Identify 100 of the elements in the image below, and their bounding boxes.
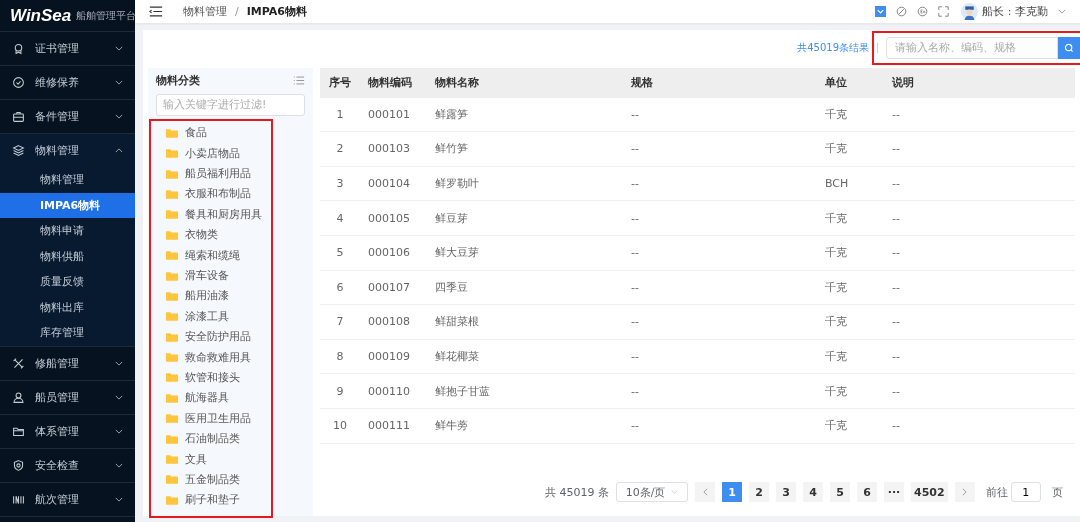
sidebar-subitem[interactable]: 质量反馈: [0, 269, 135, 295]
category-item[interactable]: 文具: [185, 451, 207, 467]
chevron-icon: [115, 114, 123, 119]
table-cell: 鲜牛蒡: [427, 408, 623, 443]
breadcrumb-link[interactable]: 物料管理: [183, 3, 227, 19]
table-cell: --: [623, 270, 817, 305]
sidebar-subitem[interactable]: 物料出库: [0, 294, 135, 320]
sidebar-item[interactable]: 证书管理: [0, 32, 135, 65]
folder-icon: [166, 127, 178, 138]
category-item[interactable]: 救命救难用具: [185, 349, 251, 365]
table-cell: 鲜大豆芽: [427, 235, 623, 271]
certificate-icon: [12, 42, 25, 55]
category-item[interactable]: 医用卫生用品: [185, 410, 251, 426]
category-item[interactable]: 衣物类: [185, 227, 218, 243]
table-cell: 千克: [817, 373, 884, 409]
category-item[interactable]: 涂漆工具: [185, 308, 229, 324]
menu-icon[interactable]: [149, 5, 163, 17]
user-name[interactable]: 船长 : 李克勤: [982, 3, 1048, 19]
page-button[interactable]: 6: [857, 482, 877, 502]
sidebar-item[interactable]: 修船管理: [0, 346, 135, 380]
chevron-icon: [115, 394, 123, 400]
sidebar-item[interactable]: 体系管理: [0, 414, 135, 448]
table-cell: 千克: [817, 408, 884, 443]
folder-icon: [166, 311, 178, 322]
page-input[interactable]: 1: [1010, 482, 1041, 502]
category-item[interactable]: 小卖店物品: [185, 145, 240, 161]
table-cell: 千克: [817, 200, 884, 236]
category-item[interactable]: 船员福利用品: [185, 166, 251, 182]
sidebar-item[interactable]: 航次管理: [0, 482, 135, 516]
breadcrumb-current: IMPA6物料: [246, 3, 307, 19]
table-cell: --: [884, 200, 1075, 236]
filter-field[interactable]: 输入关键字进行过滤!: [156, 93, 305, 116]
category-item[interactable]: 滑车设备: [185, 268, 229, 283]
page-button[interactable]: 2: [749, 482, 769, 502]
table-cell: 4: [320, 200, 360, 236]
table-cell: 2: [320, 131, 360, 167]
table-cell: --: [623, 304, 817, 340]
panel-title: 物料分类: [156, 73, 200, 89]
sidebar-item[interactable]: 维修保养: [0, 66, 135, 99]
page-button[interactable]: ···: [884, 482, 904, 502]
category-item[interactable]: 安全防护用品: [185, 329, 251, 345]
total-count: 共 45019 条: [545, 484, 609, 500]
page-size-select[interactable]: 10条/页: [616, 482, 688, 502]
sidebar-subitem[interactable]: 物料管理: [0, 167, 135, 193]
sidebar-subitem[interactable]: 物料申请: [0, 218, 135, 244]
category-item[interactable]: 船用油漆: [185, 288, 229, 304]
sidebar-item[interactable]: 船员管理: [0, 380, 135, 414]
table-cell: --: [623, 235, 817, 271]
table-cell: BCH: [817, 166, 884, 201]
folder-icon: [166, 454, 178, 464]
category-item[interactable]: 石油制品类: [185, 431, 240, 447]
table-cell: 鲜花椰菜: [427, 339, 623, 374]
chevron-icon: [115, 496, 123, 502]
table-cell: 000106: [360, 235, 427, 271]
sidebar-subitem[interactable]: 物料供船: [0, 243, 135, 269]
table-cell: 000108: [360, 304, 427, 340]
table-cell: 000110: [360, 373, 427, 409]
search-field[interactable]: 请输入名称、编码、规格: [886, 36, 1058, 59]
table-cell: 6: [320, 270, 360, 305]
table-cell: --: [884, 270, 1075, 305]
category-item[interactable]: 餐具和厨房用具: [185, 206, 262, 222]
column-header: 物料名称: [427, 67, 623, 98]
table-cell: 千克: [817, 235, 884, 271]
table-cell: 8: [320, 339, 360, 374]
sidebar-item[interactable]: 安全检查: [0, 448, 135, 482]
page-button[interactable]: 5: [830, 482, 850, 502]
page-suffix: 页: [1051, 484, 1063, 500]
sidebar-item[interactable]: 物料管理: [0, 134, 135, 167]
table-cell: 000101: [360, 97, 427, 132]
mail-icon[interactable]: [875, 5, 887, 17]
avatar-icon[interactable]: [961, 2, 979, 20]
sidebar-subitem[interactable]: IMPA6物料: [0, 192, 135, 218]
category-item[interactable]: 五金制品类: [185, 471, 240, 487]
category-item[interactable]: 刷子和垫子: [185, 492, 240, 508]
category-item[interactable]: 绳索和缆绳: [185, 247, 240, 263]
page-button[interactable]: 4502: [911, 482, 948, 502]
page-button[interactable]: 4: [803, 482, 823, 502]
sidebar-item[interactable]: 备件管理: [0, 100, 135, 133]
table-cell: 5: [320, 235, 360, 271]
table-cell: 000107: [360, 270, 427, 305]
category-item[interactable]: 航海器具: [185, 390, 229, 406]
sidebar-subitem[interactable]: 库存管理: [0, 320, 135, 346]
category-item[interactable]: 衣服和布制品: [185, 186, 251, 202]
search-button[interactable]: [1058, 36, 1080, 59]
chevron-icon: [115, 80, 123, 85]
list-icon[interactable]: [293, 76, 305, 86]
category-item[interactable]: 食品: [185, 125, 207, 141]
page-button[interactable]: 3: [776, 482, 796, 502]
folder-icon: [166, 148, 178, 159]
table-cell: --: [884, 408, 1075, 443]
language-icon[interactable]: [917, 5, 929, 17]
chevron-icon[interactable]: [1058, 8, 1066, 14]
folder-icon: [166, 229, 178, 240]
fullscreen-icon[interactable]: [938, 5, 950, 17]
layers-icon: [12, 144, 25, 157]
category-item[interactable]: 软管和接头: [185, 369, 240, 385]
table-cell: 千克: [817, 97, 884, 132]
chevron-left-icon: [702, 488, 708, 496]
table-cell: --: [623, 131, 817, 167]
table-cell: --: [884, 373, 1075, 409]
